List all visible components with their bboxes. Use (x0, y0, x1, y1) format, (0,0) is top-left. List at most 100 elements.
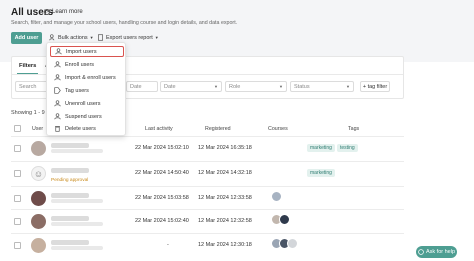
menu-item-label: Tag users (65, 87, 89, 94)
user-import-enroll-icon (54, 74, 61, 81)
avatar (31, 238, 46, 253)
row-checkbox[interactable] (14, 195, 21, 202)
table-row[interactable]: ☺ Pending approval 22 Mar 2024 14:50:40 … (11, 161, 404, 184)
user-name-redacted (51, 240, 89, 245)
menu-item-label: Unenroll users (65, 100, 101, 107)
avatar (31, 141, 46, 156)
chevron-down-icon: ▼ (346, 84, 350, 89)
page-subtitle: Search, filter, and manage your school u… (11, 20, 238, 26)
menu-item-tag-users[interactable]: Tag users (50, 85, 124, 96)
export-label: Export users report (106, 34, 153, 41)
bulk-actions-label: Bulk actions (58, 34, 88, 41)
registered-date: 12 Mar 2024 12:32:58 (198, 218, 252, 224)
user-email-redacted (51, 246, 103, 250)
avatar (31, 191, 46, 206)
tag-badge: marketing (307, 169, 335, 177)
user-unenroll-icon (54, 100, 61, 107)
user-email-redacted (51, 222, 103, 226)
results-count: Showing 1 - 9 u (11, 110, 50, 116)
menu-item-delete-users[interactable]: Delete users (50, 123, 124, 134)
column-header-user[interactable]: User (32, 126, 43, 132)
bulk-actions-button[interactable]: Bulk actions ▼ (49, 33, 94, 42)
table-row[interactable]: 22 Mar 2024 15:02:10 12 Mar 2024 16:35:1… (11, 136, 404, 159)
last-activity: - (167, 242, 169, 248)
user-name-redacted (51, 168, 89, 173)
column-header-tags: Tags (348, 126, 360, 132)
status-filter[interactable]: Status ▼ (290, 81, 354, 92)
menu-item-label: Import users (66, 48, 97, 55)
registered-date: 12 Mar 2024 12:33:58 (198, 195, 252, 201)
add-user-button[interactable]: Add user (11, 32, 42, 44)
users-icon (49, 34, 55, 41)
date-filter-1[interactable]: Date (126, 81, 158, 92)
question-icon (418, 249, 424, 255)
last-activity: 22 Mar 2024 15:02:40 (135, 218, 189, 224)
pending-approval-label: Pending approval (51, 178, 89, 183)
user-suspend-icon (54, 113, 61, 120)
menu-item-import-users[interactable]: Import users (50, 46, 124, 57)
learn-more-link[interactable]: ? Learn more (44, 9, 83, 15)
document-icon (98, 34, 103, 41)
menu-item-label: Suspend users (65, 113, 102, 120)
chevron-down-icon: ▼ (279, 84, 283, 89)
column-header-registered[interactable]: Registered (205, 126, 231, 132)
date-filter-2-label: Date (164, 83, 176, 90)
tag-badge: marketing (307, 144, 335, 152)
chevron-down-icon: ▼ (89, 35, 94, 40)
role-filter-label: Role (229, 83, 241, 90)
menu-item-label: Delete users (65, 125, 96, 132)
row-checkbox[interactable] (14, 170, 21, 177)
user-email-redacted (51, 149, 103, 153)
help-circle-icon: ? (44, 9, 50, 15)
course-thumbnail (271, 191, 282, 202)
tags-cell: marketing testing (307, 144, 358, 152)
tag-icon (54, 87, 61, 94)
table-row[interactable]: 22 Mar 2024 15:02:40 12 Mar 2024 12:32:5… (11, 209, 404, 232)
user-name-redacted (51, 143, 89, 148)
user-enroll-icon (54, 61, 61, 68)
menu-item-label: Import & enroll users (65, 74, 116, 81)
table-row[interactable]: 22 Mar 2024 15:03:58 12 Mar 2024 12:33:5… (11, 186, 404, 209)
tab-filters[interactable]: Filters (16, 63, 39, 74)
chevron-down-icon: ▼ (154, 35, 159, 40)
course-thumbnail (279, 214, 290, 225)
user-email-redacted (51, 199, 103, 203)
row-checkbox[interactable] (14, 145, 21, 152)
row-checkbox[interactable] (14, 218, 21, 225)
chevron-down-icon: ▼ (214, 84, 218, 89)
column-header-last-activity[interactable]: Last activity (145, 126, 173, 132)
ask-for-help-button[interactable]: Ask for help (416, 246, 457, 258)
menu-item-unenroll-users[interactable]: Unenroll users (50, 98, 124, 109)
last-activity: 22 Mar 2024 14:50:40 (135, 170, 189, 176)
bulk-actions-menu: Import users Enroll users Import & enrol… (46, 42, 126, 136)
menu-item-label: Enroll users (65, 61, 95, 68)
avatar-placeholder-icon: ☺ (31, 166, 46, 181)
course-thumbnails (271, 214, 290, 228)
user-name-redacted (51, 193, 89, 198)
date-filter-2[interactable]: Date ▼ (160, 81, 222, 92)
user-import-icon (55, 48, 62, 55)
course-thumbnails (271, 191, 282, 205)
trash-icon (55, 126, 60, 132)
user-name-redacted (51, 216, 89, 221)
learn-more-label: Learn more (52, 9, 83, 15)
last-activity: 22 Mar 2024 15:03:58 (135, 195, 189, 201)
menu-item-enroll-users[interactable]: Enroll users (50, 59, 124, 70)
select-all-checkbox[interactable] (14, 125, 21, 132)
course-thumbnail (287, 238, 298, 249)
registered-date: 12 Mar 2024 16:35:18 (198, 145, 252, 151)
export-users-report-button[interactable]: Export users report ▼ (97, 33, 159, 42)
row-checkbox[interactable] (14, 242, 21, 249)
ask-for-help-label: Ask for help (425, 249, 456, 255)
add-tag-filter-button[interactable]: + tag filter (360, 81, 390, 92)
menu-item-suspend-users[interactable]: Suspend users (50, 111, 124, 122)
role-filter[interactable]: Role ▼ (225, 81, 287, 92)
table-row[interactable]: - 12 Mar 2024 12:30:18 (11, 233, 404, 256)
tag-badge: testing (336, 144, 358, 152)
course-thumbnails (271, 238, 298, 252)
status-filter-label: Status (294, 83, 310, 90)
last-activity: 22 Mar 2024 15:02:10 (135, 145, 189, 151)
menu-item-import-enroll-users[interactable]: Import & enroll users (50, 72, 124, 83)
registered-date: 12 Mar 2024 14:32:18 (198, 170, 252, 176)
date-filter-1-label: Date (130, 83, 142, 90)
